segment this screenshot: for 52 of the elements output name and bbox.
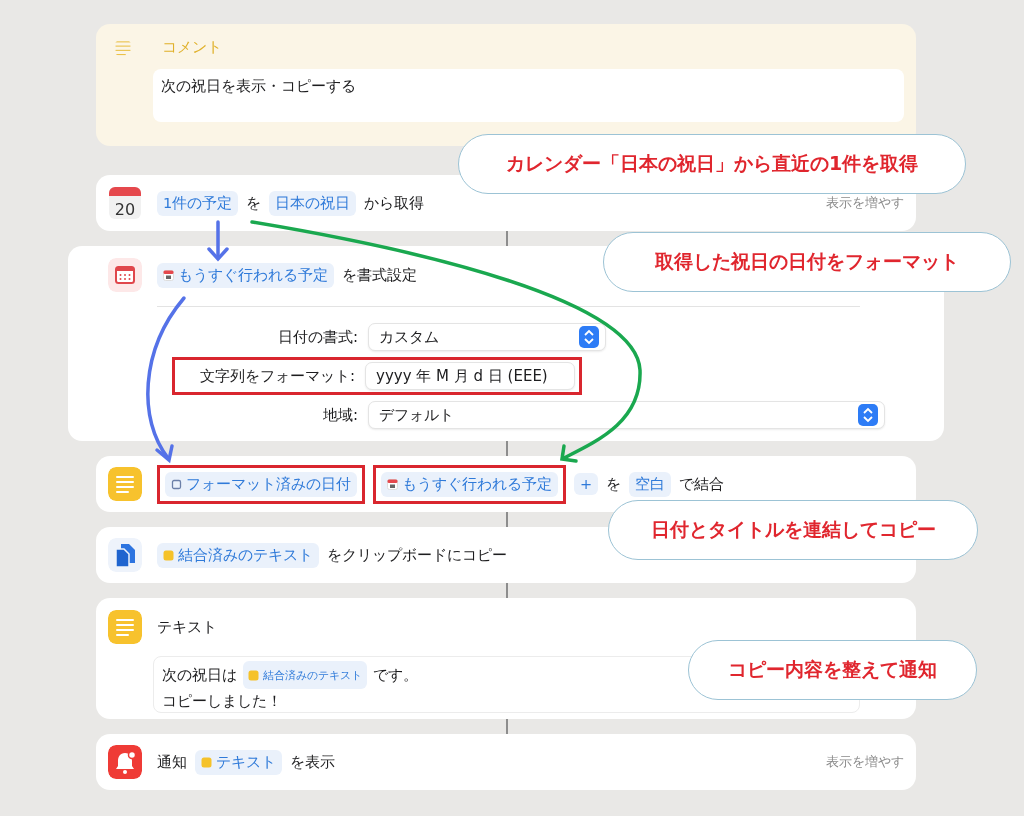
dropdown-field[interactable]: カスタム	[368, 323, 606, 351]
field-label: 日付の書式:	[276, 327, 358, 347]
calendar-icon	[108, 258, 142, 292]
text-icon	[108, 467, 142, 501]
bell-icon	[108, 745, 142, 779]
text-icon	[108, 610, 142, 644]
annotation-tooltip: コピー内容を整えて通知	[688, 640, 977, 700]
updown-chevron-icon	[858, 404, 878, 426]
action-text: をクリップボードにコピー	[327, 545, 507, 565]
show-more-link[interactable]: 表示を増やす	[826, 753, 904, 771]
square-icon	[171, 478, 182, 490]
annotation-tooltip: 取得した祝日の日付をフォーマット	[603, 232, 1011, 292]
field-label: 地域:	[321, 405, 358, 425]
square-icon	[248, 669, 259, 681]
square-icon	[163, 549, 174, 561]
action-text: コピーしました！	[162, 691, 282, 712]
variable-token[interactable]: テキスト	[195, 749, 282, 775]
action-text: を表示	[290, 752, 335, 772]
documents-icon	[108, 538, 142, 572]
variable-token[interactable]: 結合済みのテキスト	[243, 661, 367, 689]
field-label: 文字列をフォーマット:	[198, 366, 355, 386]
square-icon	[201, 756, 212, 768]
dropdown-field[interactable]: デフォルト	[368, 401, 885, 429]
action-text: を	[246, 193, 262, 213]
action-text: を書式設定	[342, 265, 417, 285]
calendar-icon: 20	[108, 186, 142, 220]
lines-icon	[113, 39, 133, 56]
calendar-icon	[163, 269, 174, 281]
variable-token[interactable]: もうすぐ行われる予定	[157, 262, 334, 288]
calendar-icon	[387, 478, 398, 490]
card-title: コメント	[162, 38, 222, 57]
show-more-link[interactable]: 表示を増やす	[826, 194, 904, 212]
comment-field[interactable]: 次の祝日を表示・コピーする	[153, 69, 904, 122]
action-text: 次の祝日は	[162, 665, 237, 686]
action-text: 通知	[157, 752, 187, 772]
variable-token[interactable]: もうすぐ行われる予定	[381, 471, 558, 497]
annotation-tooltip: 日付とタイトルを連結してコピー	[608, 500, 978, 560]
variable-token[interactable]: 結合済みのテキスト	[157, 542, 319, 568]
variable-token[interactable]: 空白	[629, 471, 672, 497]
updown-chevron-icon	[579, 326, 599, 348]
card-title: テキスト	[157, 617, 217, 637]
annotation-tooltip: カレンダー「日本の祝日」から直近の1件を取得	[458, 134, 966, 194]
arrow	[207, 220, 229, 262]
action-text: で結合	[679, 474, 725, 494]
variable-token[interactable]: +	[574, 473, 599, 495]
action-text: から取得	[364, 193, 425, 213]
action-text: です。	[373, 665, 418, 686]
action-text: を	[606, 474, 622, 494]
variable-token[interactable]: フォーマット済みの日付	[165, 471, 357, 497]
variable-token[interactable]: 1件の予定	[157, 190, 239, 216]
text-field[interactable]: yyyy 年 M 月 d 日 (EEE)	[365, 362, 575, 390]
variable-token[interactable]: 日本の祝日	[269, 190, 357, 216]
